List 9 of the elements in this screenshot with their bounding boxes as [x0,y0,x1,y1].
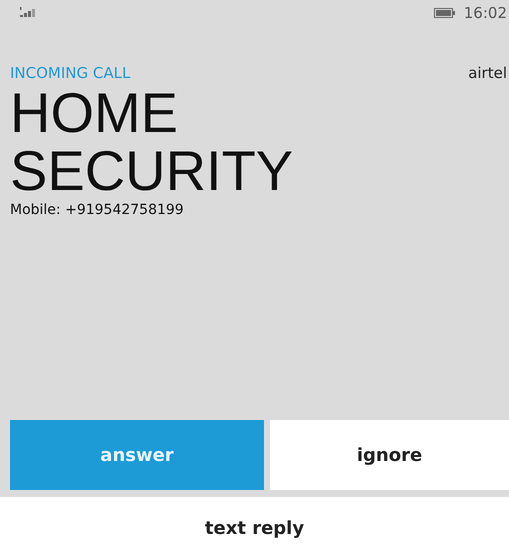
incoming-call-label: INCOMING CALL [10,64,130,82]
ignore-button[interactable]: ignore [270,420,509,490]
carrier-name: airtel [468,64,507,82]
caller-number: Mobile: +919542758199 [10,202,185,218]
battery-icon [434,8,456,18]
text-reply-link[interactable]: text reply [204,518,304,539]
signal-icon [20,7,38,19]
caller-name: HOME SECURITY [10,84,294,200]
clock: 16:02 [464,4,507,22]
